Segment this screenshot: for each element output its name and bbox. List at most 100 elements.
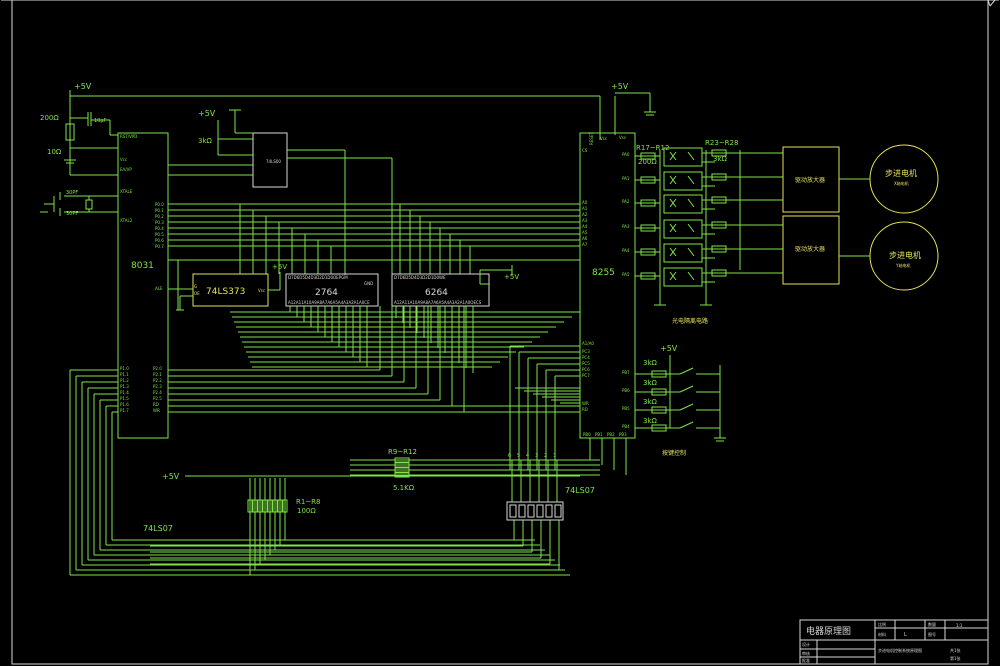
svg-text:P2.2: P2.2	[153, 378, 162, 383]
svg-text:OE: OE	[194, 291, 200, 296]
title-block-title: 电器原理图	[806, 625, 851, 637]
svg-text:PB0: PB0	[583, 432, 591, 437]
keys-label: 按键控制	[662, 449, 686, 457]
svg-text:PC7: PC7	[582, 373, 590, 378]
ppi-bottom-pins: PB0 PB1 PB2 PB3	[583, 432, 627, 437]
cpu-label: 8031	[131, 261, 154, 271]
vcc-latch-label: +5V	[272, 263, 287, 271]
svg-text:A12A11A10A9A8A7A6A5A4A3A2A1A0C: A12A11A10A9A8A7A6A5A4A3A2A1A0CE	[288, 300, 370, 305]
svg-text:PC3: PC3	[582, 349, 590, 354]
svg-text:X轴电机: X轴电机	[894, 180, 909, 186]
ppi-pb-pins: PB7 PB6 PB5 PB4	[622, 370, 630, 429]
vcc-top-left-label: +5V	[74, 82, 92, 91]
svg-text:P1.2: P1.2	[120, 378, 129, 383]
r9-r12-label: R9~R12	[388, 448, 417, 456]
latch-label: 74LS373	[206, 287, 245, 297]
svg-text:A5: A5	[582, 230, 588, 235]
svg-text:P1.7: P1.7	[120, 408, 129, 413]
svg-text:比例: 比例	[878, 621, 886, 627]
digit-numbers: 6 5 4 3 2 1	[508, 453, 556, 459]
reset-circuit	[64, 112, 118, 176]
r200-label: 200Ω	[40, 114, 59, 122]
schematic-canvas: +5V +5V 200Ω 10μF 10Ω 30PF 30PF 8031 RST…	[0, 0, 1000, 666]
cpu-p1-pins: P1.0 P1.1 P1.2 P1.3 P1.4 P1.5 P1.6 P1.7	[120, 366, 129, 413]
svg-text:RESET: RESET	[589, 132, 594, 145]
vcc-bottom-label: +5V	[162, 472, 180, 481]
svg-text:ALE: ALE	[155, 286, 163, 291]
stepper-motor-1	[869, 144, 939, 214]
svg-text:1:1: 1:1	[956, 623, 963, 628]
svg-text:P0.1: P0.1	[155, 208, 164, 213]
svg-text:步进电机控制系统原理图: 步进电机控制系统原理图	[878, 647, 922, 653]
amplifier-1-label: 驱动放大器	[795, 176, 825, 184]
svg-text:4: 4	[526, 453, 529, 459]
r100-label: 100Ω	[297, 507, 316, 515]
svg-text:Vcc: Vcc	[120, 157, 127, 162]
svg-text:2: 2	[544, 453, 547, 459]
svg-text:PC5: PC5	[582, 361, 590, 366]
svg-text:A12A11A10A9A8A7A6A5A4A3A2A1A0O: A12A11A10A9A8A7A6A5A4A3A2A1A0OECS	[394, 300, 482, 305]
svg-text:A2: A2	[582, 212, 588, 217]
svg-text:P0.2: P0.2	[155, 214, 164, 219]
svg-text:PB3: PB3	[619, 432, 627, 437]
svg-text:L: L	[904, 632, 907, 638]
svg-text:3kΩ: 3kΩ	[643, 398, 658, 406]
svg-text:PA3: PA3	[622, 224, 630, 229]
c-x1-label: 30PF	[66, 190, 78, 196]
svg-text:P1.3: P1.3	[120, 384, 129, 389]
amplifier-2-label: 驱动放大器	[795, 245, 825, 253]
svg-text:D7D6D5D4D3D2D1D0OEPGM: D7D6D5D4D3D2D1D0OEPGM	[288, 275, 348, 280]
cpu-p2-pins: P2.0 P2.1 P2.2 P2.3 P2.4 P2.5 RD WR	[153, 366, 162, 413]
ppi-pa-pins: PA0 PA1 PA2 PA3 PA4 PA5	[622, 152, 630, 277]
svg-text:P2.0: P2.0	[153, 366, 162, 371]
motor-2-label: 步进电机	[889, 250, 921, 260]
svg-text:P1.0: P1.0	[120, 366, 129, 371]
svg-text:材料: 材料	[878, 631, 886, 637]
svg-text:PC6: PC6	[582, 367, 590, 372]
svg-text:A4: A4	[582, 224, 588, 229]
svg-text:P2.4: P2.4	[153, 390, 162, 395]
r10-label: 10Ω	[47, 148, 62, 156]
svg-text:A7: A7	[582, 242, 588, 247]
svg-text:PA4: PA4	[622, 248, 630, 253]
svg-text:设计: 设计	[802, 641, 810, 647]
svg-text:P2.3: P2.3	[153, 384, 162, 389]
svg-text:RST/VPD: RST/VPD	[120, 134, 137, 139]
r3k-top-label: 3kΩ	[198, 137, 213, 145]
r200-right-label: 200Ω	[638, 158, 657, 166]
svg-text:EA/VP: EA/VP	[120, 167, 132, 172]
svg-text:Vcc: Vcc	[258, 288, 265, 293]
svg-text:D7D6D5D4D3D2D1D0WE: D7D6D5D4D3D2D1D0WE	[394, 275, 446, 280]
svg-text:6: 6	[508, 453, 511, 459]
svg-text:A3: A3	[582, 218, 588, 223]
svg-text:GND: GND	[364, 281, 373, 286]
r23-r28-label: R23~R28	[705, 139, 738, 147]
svg-text:第1张: 第1张	[950, 655, 961, 661]
r1-r8-label: R1~R8	[296, 498, 321, 506]
c-x2-label: 30PF	[66, 211, 78, 217]
r5k1-label: 5.1KΩ	[393, 484, 415, 492]
small-ic-label: 74LS00	[266, 159, 281, 164]
driver-bottom-label: 74LS07	[143, 524, 173, 533]
svg-text:PB5: PB5	[622, 406, 630, 411]
crystal-circuit	[40, 192, 118, 216]
optocoupler-array	[635, 147, 783, 306]
vcc-ram-label: +5V	[504, 273, 519, 281]
vcc-top-right-label: +5V	[611, 82, 629, 91]
svg-text:CS: CS	[582, 148, 588, 153]
svg-text:5: 5	[517, 453, 520, 459]
svg-text:批准: 批准	[802, 657, 810, 663]
cpu-left-pins: RST/VPD Vcc EA/VP XTALE XTAL2	[120, 134, 137, 223]
svg-text:共1张: 共1张	[950, 647, 961, 653]
svg-text:P0.6: P0.6	[155, 238, 164, 243]
ppi-a-pins: A0 A1 A2 A3 A4 A5 A6 A7	[582, 200, 588, 247]
svg-text:3: 3	[535, 453, 538, 459]
svg-text:审核: 审核	[802, 650, 810, 656]
svg-text:Vcc: Vcc	[600, 136, 607, 141]
svg-text:Vss: Vss	[619, 135, 626, 140]
svg-text:PB4: PB4	[622, 424, 630, 429]
vcc-top-mid-label: +5V	[198, 109, 216, 118]
svg-text:数量: 数量	[928, 621, 936, 627]
driver-right-label: 74LS07	[565, 486, 595, 495]
svg-text:WR: WR	[153, 408, 160, 413]
